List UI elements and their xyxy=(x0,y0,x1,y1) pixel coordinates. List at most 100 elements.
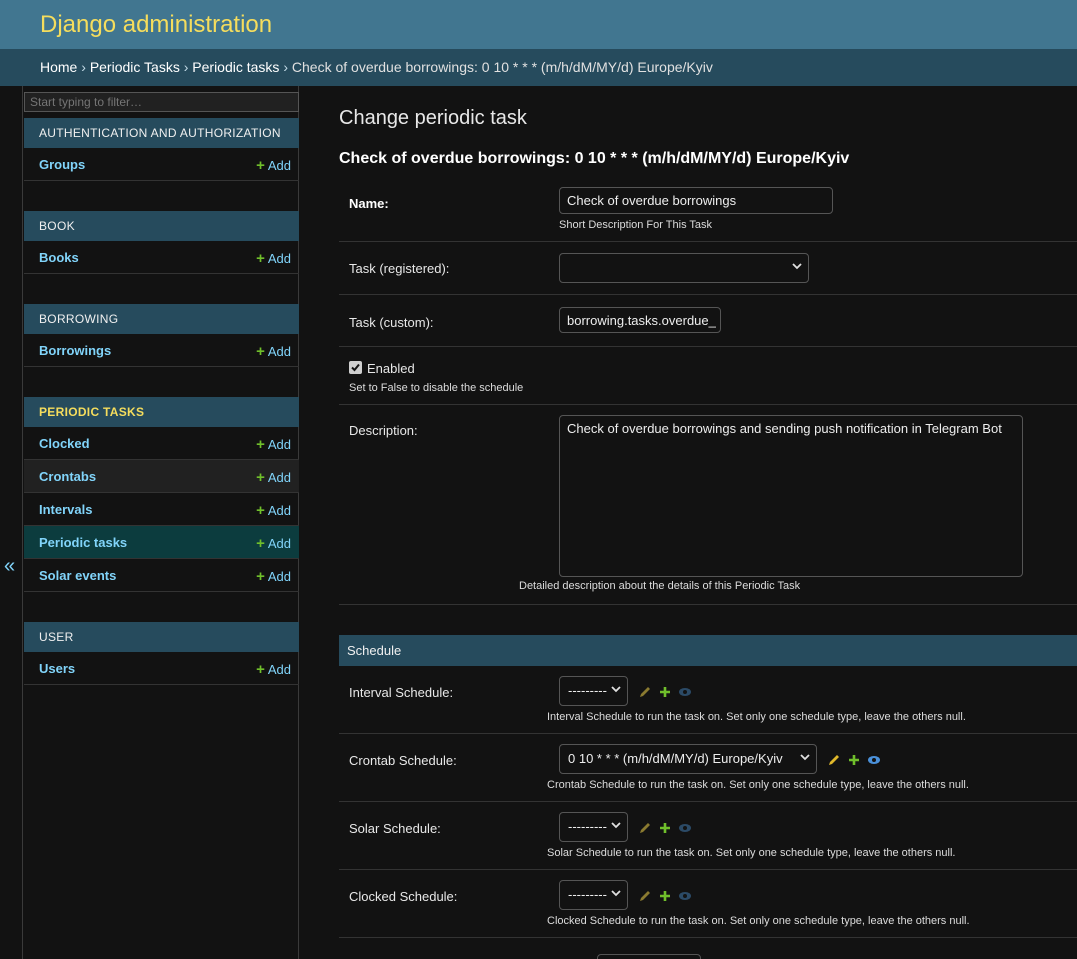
breadcrumb-periodic-tasks-app[interactable]: Periodic Tasks xyxy=(90,59,180,75)
page-title: Change periodic task xyxy=(339,107,527,129)
crontab-schedule-select[interactable]: 0 10 * * * (m/h/dM/MY/d) Europe/Kyiv xyxy=(559,744,817,774)
enabled-help-text: Set to False to disable the schedule xyxy=(349,382,524,394)
nav-filter-input[interactable] xyxy=(24,92,299,112)
edit-pencil-icon[interactable] xyxy=(638,821,652,835)
model-link-intervals[interactable]: Intervals xyxy=(39,502,92,517)
sidebar-item-users: Users + Add xyxy=(24,652,299,685)
add-plus-icon[interactable] xyxy=(847,753,861,767)
clocked-schedule-label: Clocked Schedule: xyxy=(349,889,458,904)
add-clocked-button[interactable]: + Add xyxy=(256,436,291,453)
edit-pencil-icon[interactable] xyxy=(638,685,652,699)
task-custom-input[interactable]: borrowing.tasks.overdue_ xyxy=(559,307,721,333)
view-eye-icon[interactable] xyxy=(867,753,881,767)
sidebar-item-crontabs: Crontabs + Add xyxy=(24,460,299,493)
add-groups-button[interactable]: + Add xyxy=(256,157,291,174)
object-title: Check of overdue borrowings: 0 10 * * * … xyxy=(339,150,850,167)
form-row-crontab-schedule: Crontab Schedule: 0 10 * * * (m/h/dM/MY/… xyxy=(339,734,1077,802)
schedule-fieldset-caption: Schedule xyxy=(339,635,1077,666)
module-user: USER Users + Add xyxy=(24,622,299,685)
interval-schedule-help-text: Interval Schedule to run the task on. Se… xyxy=(547,711,966,723)
enabled-checkbox[interactable] xyxy=(349,361,362,374)
clocked-schedule-select[interactable]: --------- xyxy=(559,880,628,910)
add-plus-icon[interactable] xyxy=(658,889,672,903)
model-link-borrowings[interactable]: Borrowings xyxy=(39,343,111,358)
form-row-task-custom: Task (custom): borrowing.tasks.overdue_ xyxy=(339,295,1077,347)
view-eye-icon[interactable] xyxy=(678,821,692,835)
sidebar-item-groups: Groups + Add xyxy=(24,148,299,181)
add-label: Add xyxy=(267,344,291,359)
description-textarea[interactable]: Check of overdue borrowings and sending … xyxy=(559,415,1023,577)
solar-schedule-select[interactable]: --------- xyxy=(559,812,628,842)
sidebar-item-periodic-tasks: Periodic tasks + Add xyxy=(24,526,299,559)
add-label: Add xyxy=(267,536,291,551)
solar-schedule-help-text: Solar Schedule to run the task on. Set o… xyxy=(547,847,956,859)
description-help-text: Detailed description about the details o… xyxy=(519,580,801,592)
model-link-solar-events[interactable]: Solar events xyxy=(39,568,116,583)
module-caption[interactable]: USER xyxy=(24,622,299,652)
add-borrowings-button[interactable]: + Add xyxy=(256,343,291,360)
breadcrumb-home[interactable]: Home xyxy=(40,59,77,75)
breadcrumb-separator: › xyxy=(81,59,86,75)
task-custom-label: Task (custom): xyxy=(349,315,434,330)
add-label: Add xyxy=(267,569,291,584)
add-users-button[interactable]: + Add xyxy=(256,661,291,678)
next-partial-select[interactable] xyxy=(597,954,701,959)
add-books-button[interactable]: + Add xyxy=(256,250,291,267)
module-caption[interactable]: AUTHENTICATION AND AUTHORIZATION xyxy=(24,118,299,148)
model-link-users[interactable]: Users xyxy=(39,661,75,676)
add-plus-icon[interactable] xyxy=(658,821,672,835)
plus-icon: + xyxy=(256,157,265,174)
model-link-groups[interactable]: Groups xyxy=(39,157,85,172)
interval-schedule-select[interactable]: --------- xyxy=(559,676,628,706)
interval-schedule-selected-value: --------- xyxy=(568,683,607,698)
add-crontabs-button[interactable]: + Add xyxy=(256,469,291,486)
main-content: Change periodic task Check of overdue bo… xyxy=(339,86,1077,959)
name-input[interactable]: Check of overdue borrowings xyxy=(559,187,833,214)
form-row-name: Name: Check of overdue borrowings Short … xyxy=(339,176,1077,242)
module-caption[interactable]: BORROWING xyxy=(24,304,299,334)
module-caption[interactable]: BOOK xyxy=(24,211,299,241)
plus-icon: + xyxy=(256,436,265,453)
checkmark-icon xyxy=(351,363,360,372)
form-row-description: Description: Check of overdue borrowings… xyxy=(339,405,1077,605)
site-branding-title[interactable]: Django administration xyxy=(40,11,272,39)
model-link-crontabs[interactable]: Crontabs xyxy=(39,469,96,484)
sidebar-item-clocked: Clocked + Add xyxy=(24,427,299,460)
breadcrumb-periodic-tasks-model[interactable]: Periodic tasks xyxy=(192,59,279,75)
add-plus-icon[interactable] xyxy=(658,685,672,699)
solar-schedule-label: Solar Schedule: xyxy=(349,821,441,836)
plus-icon: + xyxy=(256,535,265,552)
edit-pencil-icon[interactable] xyxy=(638,889,652,903)
view-eye-icon[interactable] xyxy=(678,685,692,699)
add-periodic-task-button[interactable]: + Add xyxy=(256,535,291,552)
name-help-text: Short Description For This Task xyxy=(559,219,713,231)
crontab-schedule-selected-value: 0 10 * * * (m/h/dM/MY/d) Europe/Kyiv xyxy=(568,751,783,766)
module-caption[interactable]: PERIODIC TASKS xyxy=(24,397,299,427)
sidebar-item-solar-events: Solar events + Add xyxy=(24,559,299,592)
add-label: Add xyxy=(267,470,291,485)
header: Django administration xyxy=(0,0,1077,49)
description-label: Description: xyxy=(349,423,418,438)
add-intervals-button[interactable]: + Add xyxy=(256,502,291,519)
sidebar-nav: AUTHENTICATION AND AUTHORIZATION Groups … xyxy=(22,86,299,959)
breadcrumb-current: Check of overdue borrowings: 0 10 * * * … xyxy=(291,59,713,75)
crontab-schedule-label: Crontab Schedule: xyxy=(349,753,457,768)
form-row-enabled: Enabled Set to False to disable the sche… xyxy=(339,347,1077,405)
task-registered-select[interactable] xyxy=(559,253,809,283)
model-link-periodic-tasks[interactable]: Periodic tasks xyxy=(39,535,127,550)
chevron-down-icon xyxy=(611,888,621,898)
model-link-books[interactable]: Books xyxy=(39,250,79,265)
form-row-interval-schedule: Interval Schedule: --------- Interval Sc… xyxy=(339,666,1077,734)
module-periodic-tasks: PERIODIC TASKS Clocked + Add Crontabs + Ad… xyxy=(24,397,299,592)
model-link-clocked[interactable]: Clocked xyxy=(39,436,90,451)
enabled-label[interactable]: Enabled xyxy=(367,361,415,376)
breadcrumb-separator: › xyxy=(183,59,189,75)
edit-pencil-icon[interactable] xyxy=(827,753,841,767)
plus-icon: + xyxy=(256,250,265,267)
toggle-sidebar-icon[interactable]: « xyxy=(4,556,15,576)
plus-icon: + xyxy=(256,568,265,585)
view-eye-icon[interactable] xyxy=(678,889,692,903)
add-solar-events-button[interactable]: + Add xyxy=(256,568,291,585)
chevron-down-icon xyxy=(800,752,810,762)
solar-schedule-selected-value: --------- xyxy=(568,819,607,834)
